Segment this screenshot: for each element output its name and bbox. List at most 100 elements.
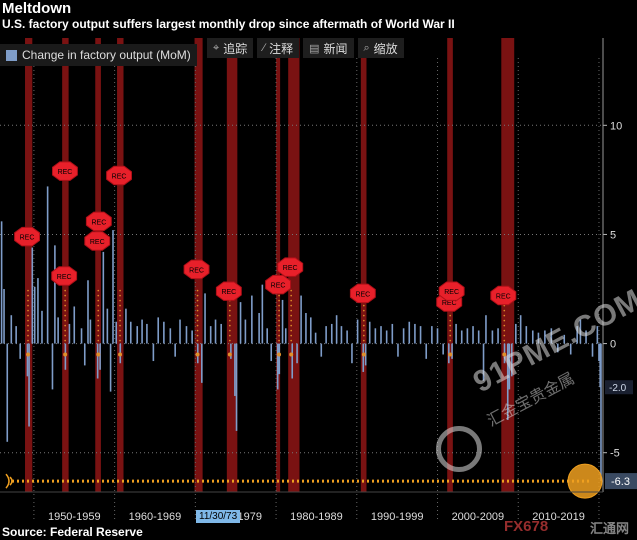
y-tick-label-0: 10 (610, 120, 622, 132)
rec-dotline-8 (363, 334, 365, 337)
bar-97 (460, 330, 463, 344)
rec-dotline-9 (449, 329, 452, 332)
rec-dotline-1 (64, 309, 66, 312)
rec-dotline-5 (229, 304, 231, 307)
bar-89 (419, 326, 422, 344)
bar-57 (261, 284, 264, 344)
bar-29 (115, 321, 118, 344)
rec-marker-label-4: REC (91, 219, 106, 226)
track-button[interactable]: ⌖ 追踪 (207, 38, 254, 58)
rec-dotline-5 (229, 334, 231, 337)
bar-65 (296, 343, 298, 364)
legend-swatch (6, 49, 17, 61)
watermark-logo-icon (436, 426, 482, 472)
bar-99 (472, 326, 474, 344)
rec-dotline-10 (503, 314, 506, 317)
bar-90 (425, 343, 428, 359)
rec-dotline-6 (278, 334, 280, 337)
rec-dotline-3 (119, 289, 121, 292)
bar-55 (251, 295, 253, 344)
news-button[interactable]: ▤ 新闻 (303, 38, 354, 58)
rec-dotline-3 (119, 334, 121, 337)
bar-93 (442, 343, 444, 355)
rec-dotline-1 (64, 304, 66, 307)
rec-marker-label-1: REC (57, 274, 72, 281)
rec-dotline-8 (363, 339, 365, 342)
rec-dotline-3 (119, 329, 121, 332)
rec-dotline-4 (196, 294, 199, 297)
rec-dotline-0 (27, 294, 29, 297)
y-tick-label-2: 0 (610, 339, 616, 351)
bar-37 (157, 317, 160, 344)
bar-6 (26, 343, 29, 377)
zoom-button[interactable]: ⌕ 缩放 (357, 38, 404, 58)
rec-dotline-8 (363, 309, 365, 312)
bar-26 (106, 308, 109, 344)
bar-102 (485, 315, 487, 344)
bar-33 (136, 326, 139, 344)
bar-3 (10, 315, 13, 344)
bar-10 (37, 278, 39, 344)
rec-marker-label-3: REC (90, 239, 105, 246)
x-tick-label-5: 2000-2009 (452, 511, 505, 523)
rec-dotline-2 (97, 334, 100, 337)
annotate-button[interactable]: ∕ 注释 (257, 38, 300, 58)
rec-dotline-7 (290, 329, 292, 332)
zoom-icon: ⌕ (363, 41, 370, 54)
rec-dotline-5 (229, 324, 231, 327)
bar-80 (368, 321, 371, 344)
bar-40 (174, 343, 176, 357)
rec-marker-label-13: REC (496, 294, 511, 301)
bar-84 (391, 323, 394, 344)
rec-dotline-6 (278, 339, 280, 342)
legend-label: Change in factory output (MoM) (22, 48, 191, 62)
rec-dot-6 (277, 352, 282, 357)
rec-dotline-8 (363, 329, 365, 332)
crosshair-date-tag: 11/30/73 (196, 510, 241, 523)
bar-13 (51, 343, 54, 390)
rec-dotline-6 (278, 319, 280, 322)
rec-dotline-2 (97, 314, 100, 317)
bar-126 (600, 343, 602, 482)
rec-dotline-6 (278, 324, 280, 327)
bar-54 (244, 319, 247, 344)
bar-75 (346, 330, 348, 344)
rec-dotline-8 (363, 319, 365, 322)
bar-36 (152, 343, 155, 362)
rec-dotline-2 (97, 319, 100, 322)
bar-98 (466, 328, 469, 344)
chart-title: Meltdown (2, 0, 72, 17)
annotate-label: 注释 (269, 41, 294, 56)
rec-dotline-1 (64, 334, 66, 337)
rec-dotline-9 (449, 314, 452, 317)
rec-dotline-1 (64, 289, 66, 292)
rec-dotline-5 (229, 329, 231, 332)
bar-92 (436, 328, 439, 344)
rec-dotline-1 (64, 324, 66, 327)
rec-dotline-6 (278, 329, 280, 332)
bar-110 (519, 315, 522, 344)
rec-dotline-3 (119, 339, 121, 342)
bar-70 (320, 343, 323, 357)
news-icon: ▤ (309, 42, 320, 55)
rec-dotline-3 (119, 304, 121, 307)
bar-27 (109, 343, 112, 392)
rec-dotline-7 (290, 294, 292, 297)
rec-dotline-9 (449, 339, 452, 342)
rec-dotline-7 (290, 324, 292, 327)
bar-88 (414, 323, 416, 344)
bar-95 (451, 343, 453, 359)
bar-43 (191, 330, 193, 344)
rec-dotline-2 (97, 324, 100, 327)
rec-dotline-7 (290, 289, 292, 292)
source-note: Source: Federal Reserve (2, 525, 143, 539)
x-tick-label-0: 1950-1959 (48, 511, 101, 523)
bar-67 (305, 313, 307, 344)
rec-dotline-5 (229, 339, 231, 342)
legend[interactable]: Change in factory output (MoM) (0, 44, 197, 66)
bar-85 (397, 343, 399, 357)
zoom-label: 缩放 (373, 41, 398, 56)
recession-band-8 (360, 38, 367, 492)
rec-dot-0 (26, 352, 31, 357)
rec-dotline-2 (97, 309, 100, 312)
